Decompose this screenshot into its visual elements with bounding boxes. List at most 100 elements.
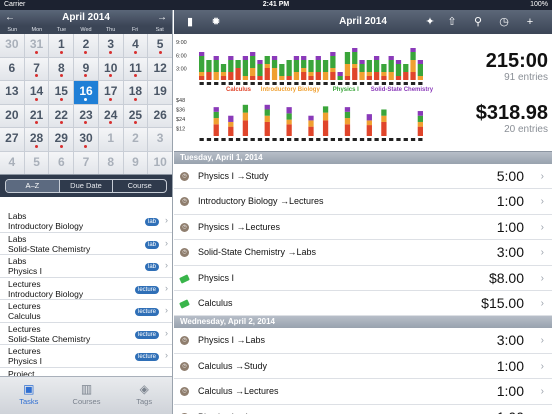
- calendar-day[interactable]: 9: [74, 57, 98, 80]
- calendar-day[interactable]: 27: [0, 128, 24, 151]
- day-marker: [257, 138, 263, 141]
- calendar-day[interactable]: 1: [98, 128, 123, 151]
- add-icon[interactable]: +: [522, 14, 538, 30]
- day-marker: [367, 138, 372, 141]
- entry-row[interactable]: ◷ Introductory Biology →Lectures 1:00 ›: [174, 189, 552, 215]
- calendar-day[interactable]: 8: [49, 57, 74, 80]
- calendar-day[interactable]: 3: [98, 34, 123, 57]
- calendar-day[interactable]: 10: [148, 151, 172, 174]
- calendar-day[interactable]: 2: [74, 34, 98, 57]
- day-marker: [257, 82, 263, 85]
- bar: [366, 76, 372, 80]
- event-dot: [59, 97, 63, 101]
- list-item[interactable]: Labs Introductory Biology lab ›: [0, 210, 172, 233]
- list-item[interactable]: Lectures Physics Ilecture ›: [0, 345, 172, 368]
- list-item[interactable]: Labs Physics Ilab ›: [0, 255, 172, 278]
- calendar-day[interactable]: 10: [98, 57, 123, 80]
- calendar-day[interactable]: 6: [0, 57, 24, 80]
- entry-row[interactable]: ◷Physics I →Lectures1:00›: [174, 215, 552, 241]
- calendar-day[interactable]: 7: [74, 151, 98, 174]
- calendar-day[interactable]: 18: [123, 81, 148, 104]
- list-item[interactable]: Lectures Solid-State Chemistry lecture ›: [0, 323, 172, 345]
- day-marker: [345, 82, 350, 85]
- calendar-day[interactable]: 25: [123, 104, 148, 127]
- clock-icon[interactable]: ◷: [496, 14, 512, 30]
- bar: [373, 72, 380, 80]
- day-marker: [367, 82, 372, 85]
- calendar-day[interactable]: 5: [148, 34, 172, 57]
- prev-month-icon[interactable]: ←: [2, 10, 18, 26]
- day-marker: [410, 82, 416, 85]
- magic-wand-icon[interactable]: ✦: [422, 14, 438, 30]
- calendar-day[interactable]: 31: [24, 34, 49, 57]
- entry-row[interactable]: ◷ Calculus →Lectures 1:00 ›: [174, 379, 552, 405]
- share-icon[interactable]: ⇧: [444, 14, 460, 30]
- entry-row[interactable]: Calculus $15.00 ›: [174, 291, 552, 317]
- entry-row[interactable]: ◷Physics I →Lectures1:00›: [174, 405, 552, 414]
- next-month-icon[interactable]: →: [154, 10, 170, 26]
- calendar-day[interactable]: 21: [24, 104, 49, 127]
- calendar-day[interactable]: 23: [74, 104, 98, 127]
- calendar-day[interactable]: 26: [148, 104, 172, 127]
- tab-courses[interactable]: ▥ Courses: [58, 377, 116, 414]
- tab-tags[interactable]: ◈ Tags: [115, 377, 172, 414]
- calendar-day[interactable]: 19: [148, 81, 172, 104]
- bar: [242, 104, 249, 113]
- bar: [388, 56, 394, 60]
- search-icon[interactable]: ⚲: [470, 14, 486, 30]
- calendar-day[interactable]: 8: [98, 151, 123, 174]
- bar: [395, 60, 402, 64]
- list-item[interactable]: Lectures Calculus lecture ›: [0, 300, 172, 323]
- bar: [388, 60, 394, 72]
- calendar-day[interactable]: 24: [98, 104, 123, 127]
- bar: [359, 64, 365, 72]
- chevron-right-icon: ›: [165, 350, 168, 360]
- day-marker: [214, 82, 219, 85]
- list-item[interactable]: Labs Solid-State Chemistry lab ›: [0, 233, 172, 255]
- entry-row[interactable]: ◷ Physics I →Labs 3:00 ›: [174, 328, 552, 354]
- sort-option-2[interactable]: Course: [113, 180, 166, 192]
- entry-row[interactable]: ◷ Solid-State Chemistry →Labs 3:00 ›: [174, 240, 552, 266]
- entry-label: Physics I →Study: [198, 171, 269, 181]
- sort-option-0[interactable]: A–Z: [6, 180, 60, 192]
- calendar-day[interactable]: 15: [49, 81, 74, 104]
- calendar-day[interactable]: 17: [98, 81, 123, 104]
- calendar-day[interactable]: 9: [123, 151, 148, 174]
- calendar-day[interactable]: 30: [74, 128, 98, 151]
- bar: [242, 120, 249, 136]
- calendar-day[interactable]: 13: [0, 81, 24, 104]
- calendar-day[interactable]: 30: [0, 34, 24, 57]
- money-total: $318.98 20 entries: [476, 102, 548, 135]
- calendar-day[interactable]: 2: [123, 128, 148, 151]
- list-item[interactable]: Lectures Introductory Biology lecture ›: [0, 278, 172, 300]
- calendar-day[interactable]: 29: [49, 128, 74, 151]
- bar: [417, 126, 423, 136]
- sort-option-1[interactable]: Due Date: [60, 180, 114, 192]
- day-marker: [279, 138, 284, 141]
- calendar-day[interactable]: 16: [74, 81, 98, 104]
- calendar-day[interactable]: 6: [49, 151, 74, 174]
- bar: [344, 107, 351, 112]
- event-dot: [133, 121, 137, 124]
- chevron-right-icon: ›: [540, 360, 544, 372]
- calendar-day[interactable]: 22: [49, 104, 74, 127]
- day-marker: [338, 138, 343, 141]
- calendar-day[interactable]: 4: [0, 151, 24, 174]
- bar: [228, 126, 234, 136]
- calendar-day[interactable]: 7: [24, 57, 49, 80]
- day-marker: [265, 138, 270, 141]
- calendar-day[interactable]: 5: [24, 151, 49, 174]
- entry-row[interactable]: ◷ Physics I →Study 5:00 ›: [174, 164, 552, 190]
- calendar-day[interactable]: 1: [49, 34, 74, 57]
- entry-row[interactable]: ◷ Calculus →Study 1:00 ›: [174, 354, 552, 380]
- calendar-day[interactable]: 11: [123, 57, 148, 80]
- calendar-day[interactable]: 28: [24, 128, 49, 151]
- calendar-day[interactable]: 14: [24, 81, 49, 104]
- calendar-day[interactable]: 12: [148, 57, 172, 80]
- entry-row[interactable]: Physics I $8.00 ›: [174, 266, 552, 291]
- calendar-day[interactable]: 4: [123, 34, 148, 57]
- calendar-day[interactable]: 20: [0, 104, 24, 127]
- day-marker: [352, 138, 357, 141]
- tab-tasks[interactable]: ▣ Tasks: [0, 377, 58, 414]
- calendar-day[interactable]: 3: [148, 128, 172, 151]
